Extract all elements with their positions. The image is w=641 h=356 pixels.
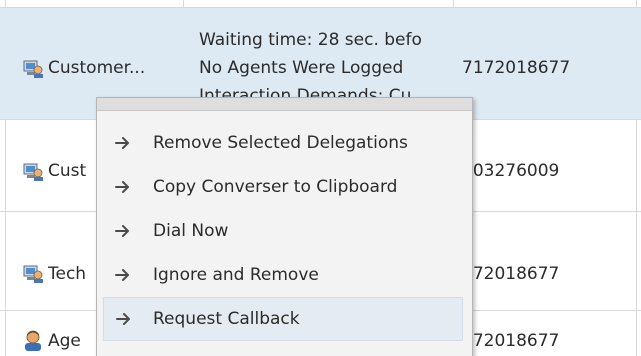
menu-item-ignore-and-remove[interactable]: Ignore and Remove (103, 255, 463, 295)
context-menu-header (97, 98, 472, 111)
arrow-right-icon (115, 137, 129, 149)
menu-item-label: Dial Now (153, 221, 229, 241)
context-menu: Remove Selected Delegations Copy Convers… (96, 97, 473, 356)
menu-item-dial-now[interactable]: Dial Now (103, 211, 463, 251)
arrow-right-icon (115, 225, 129, 237)
arrow-right-icon (115, 269, 129, 281)
row-number: 172018677 (462, 331, 560, 351)
row-number: 303276009 (462, 161, 560, 181)
agent-person-icon (25, 330, 41, 351)
arrow-right-icon (116, 313, 130, 325)
menu-item-label: Ignore and Remove (153, 265, 319, 285)
row-status-line: No Agents Were Logged (199, 58, 404, 78)
menu-item-copy-converser-to-clipboard[interactable]: Copy Converser to Clipboard (103, 167, 463, 207)
menu-item-label: Remove Selected Delegations (153, 133, 408, 153)
row-status-line: Waiting time: 28 sec. befo (199, 30, 422, 50)
menu-item-label: Request Callback (153, 309, 300, 329)
menu-item-label: Copy Converser to Clipboard (153, 177, 398, 197)
row-status-line: Interaction Demands: Cu (199, 86, 412, 98)
customer-service-icon (23, 163, 43, 181)
arrow-right-icon (115, 181, 129, 193)
customer-service-icon (23, 265, 43, 283)
row-number: 172018677 (462, 264, 560, 284)
customer-service-icon (23, 60, 43, 78)
menu-item-remove-selected-delegations[interactable]: Remove Selected Delegations (103, 123, 463, 163)
row-name: Customer... (48, 58, 146, 78)
row-number: 7172018677 (462, 58, 571, 78)
menu-item-request-callback[interactable]: Request Callback (103, 297, 463, 341)
app-window: Customer... Waiting time: 28 sec. befo N… (0, 0, 641, 356)
